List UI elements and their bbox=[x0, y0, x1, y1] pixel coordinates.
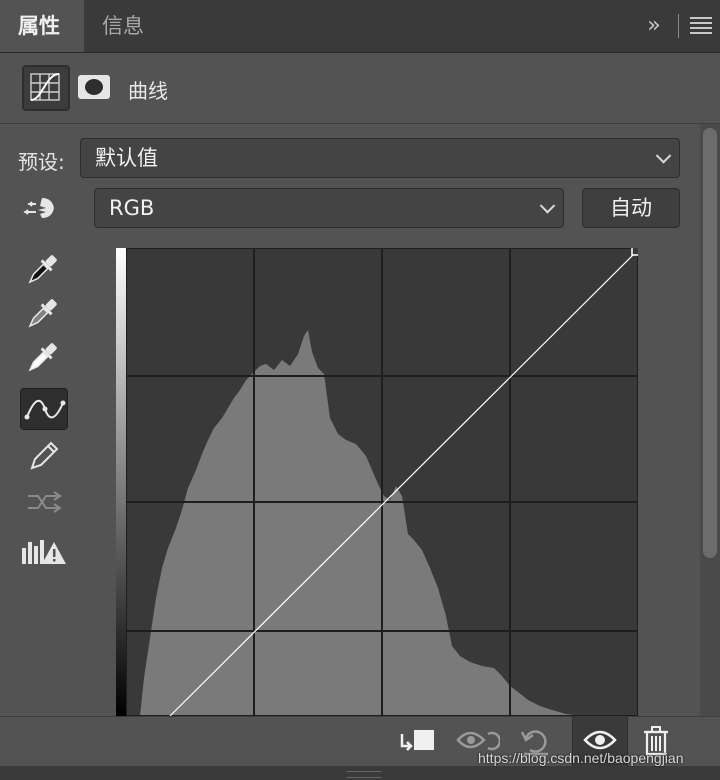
curves-graph[interactable] bbox=[125, 246, 641, 717]
on-image-adjust-icon[interactable] bbox=[22, 188, 62, 228]
tab-properties[interactable]: 属性 bbox=[0, 0, 84, 52]
header-divider bbox=[678, 14, 679, 38]
chevron-down-icon bbox=[539, 198, 556, 214]
collapse-panel-icon[interactable]: » bbox=[640, 12, 668, 40]
curve-point-tool-icon[interactable] bbox=[20, 388, 68, 430]
layer-mask-icon[interactable] bbox=[78, 75, 110, 99]
adjustment-type-bar: 曲线 bbox=[0, 53, 720, 124]
preset-label: 预设: bbox=[18, 150, 65, 174]
clipping-warning-icon[interactable] bbox=[20, 534, 68, 574]
smooth-curve-icon[interactable] bbox=[24, 482, 64, 522]
adjustment-title: 曲线 bbox=[128, 79, 168, 103]
curves-graph-svg[interactable] bbox=[125, 246, 641, 717]
panel-tab-bar: 属性 信息 » bbox=[0, 0, 720, 53]
resize-grip[interactable] bbox=[346, 771, 382, 778]
curves-adjustment-icon[interactable] bbox=[22, 65, 70, 111]
output-gradient-bar bbox=[116, 248, 126, 716]
clip-to-layer-icon[interactable] bbox=[398, 724, 438, 758]
black-point-eyedropper-icon[interactable] bbox=[22, 250, 62, 290]
channel-dropdown[interactable]: RGB bbox=[94, 188, 564, 228]
white-point-eyedropper-icon[interactable] bbox=[22, 338, 62, 378]
panel-menu-icon[interactable] bbox=[690, 14, 712, 38]
watermark-text: https://blog.csdn.net/baopengjian bbox=[478, 750, 684, 766]
curve-endpoint-handle[interactable] bbox=[631, 246, 641, 256]
preset-value: 默认值 bbox=[95, 146, 158, 170]
scrollbar-thumb[interactable] bbox=[703, 128, 717, 558]
chevron-down-icon bbox=[655, 148, 672, 164]
gray-point-eyedropper-icon[interactable] bbox=[22, 294, 62, 334]
channel-value: RGB bbox=[109, 196, 155, 220]
preset-dropdown[interactable]: 默认值 bbox=[80, 138, 680, 178]
pencil-icon[interactable] bbox=[24, 436, 64, 476]
tab-info[interactable]: 信息 bbox=[84, 0, 162, 52]
auto-button[interactable]: 自动 bbox=[582, 188, 680, 228]
